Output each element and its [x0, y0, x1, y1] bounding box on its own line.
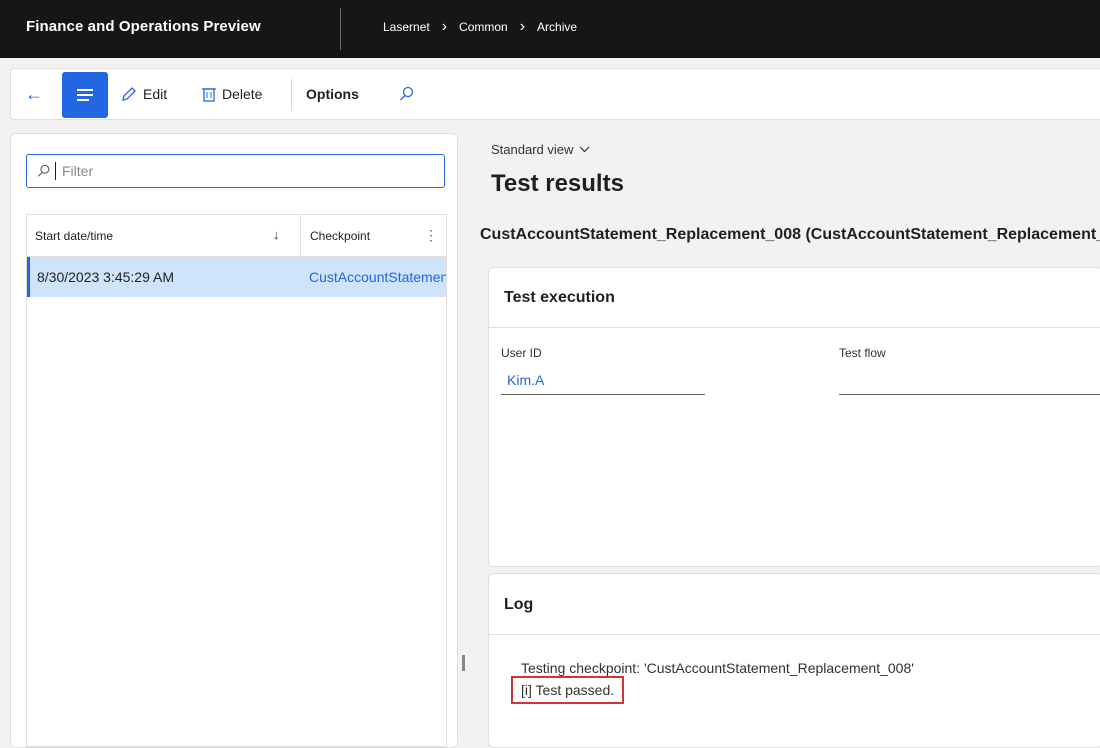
- cell-checkpoint-link[interactable]: CustAccountStatement_Replacement_008: [300, 269, 446, 285]
- view-selector[interactable]: Standard view: [491, 142, 590, 157]
- sort-descending-icon: ↓: [273, 227, 280, 242]
- test-flow-field: Test flow: [839, 346, 1100, 395]
- delete-button[interactable]: Delete: [202, 86, 262, 102]
- list-menu-button[interactable]: [62, 72, 108, 118]
- fasttab-header-test-execution[interactable]: Test execution: [489, 268, 1100, 328]
- more-options-icon[interactable]: ⋮: [424, 227, 438, 244]
- page-title: Test results: [491, 170, 624, 197]
- chevron-right-icon: ›: [441, 18, 448, 35]
- nav-divider: [340, 8, 341, 50]
- delete-label: Delete: [222, 86, 263, 102]
- breadcrumb-item-common[interactable]: Common: [459, 20, 508, 34]
- pencil-icon: [122, 87, 136, 101]
- hamburger-icon: [77, 89, 93, 101]
- filter-input[interactable]: [60, 162, 434, 180]
- test-execution-fasttab: Test execution User ID Kim.A Test flow: [488, 267, 1100, 567]
- edit-button[interactable]: Edit: [121, 86, 167, 102]
- breadcrumb-item-lasernet[interactable]: Lasernet: [383, 20, 430, 34]
- edit-label: Edit: [143, 86, 168, 102]
- cell-start-date: 8/30/2023 3:45:29 AM: [37, 269, 174, 285]
- user-id-field: User ID Kim.A: [501, 346, 705, 395]
- search-icon: [37, 164, 50, 177]
- options-tab[interactable]: Options: [306, 86, 359, 102]
- list-panel: Start date/time ↓ Checkpoint ⋮ 8/30/2023…: [10, 133, 458, 748]
- top-navigation-bar: Finance and Operations Preview Lasernet …: [0, 0, 1100, 58]
- breadcrumb-item-archive[interactable]: Archive: [537, 20, 577, 34]
- search-icon[interactable]: [399, 86, 415, 107]
- app-title[interactable]: Finance and Operations Preview: [26, 18, 261, 35]
- column-header-label: Checkpoint: [310, 228, 371, 243]
- view-name: Standard view: [491, 142, 574, 157]
- log-line-test-passed: [i] Test passed.: [511, 676, 625, 704]
- results-grid: Start date/time ↓ Checkpoint ⋮ 8/30/2023…: [26, 214, 447, 747]
- trash-icon: [202, 88, 216, 102]
- table-row[interactable]: 8/30/2023 3:45:29 AM CustAccountStatemen…: [27, 257, 446, 297]
- grid-header: Start date/time ↓ Checkpoint ⋮: [27, 215, 446, 257]
- fasttab-header-log[interactable]: Log: [489, 574, 1100, 635]
- search-icon-glyph: [400, 86, 414, 101]
- pane-splitter[interactable]: [462, 655, 465, 671]
- user-id-label: User ID: [501, 346, 542, 360]
- column-header-start-date[interactable]: Start date/time ↓: [27, 215, 300, 256]
- action-divider: [291, 79, 292, 111]
- action-pane: ← Edit Delete Options: [10, 68, 1100, 120]
- log-line: Testing checkpoint: 'CustAccountStatemen…: [521, 660, 914, 676]
- test-flow-label: Test flow: [839, 346, 886, 360]
- filter-field[interactable]: [26, 154, 445, 188]
- test-flow-value[interactable]: [839, 372, 1100, 395]
- column-header-checkpoint[interactable]: Checkpoint ⋮: [300, 215, 446, 256]
- chevron-down-icon: [579, 146, 590, 153]
- text-cursor: [55, 162, 56, 180]
- user-id-value[interactable]: Kim.A: [501, 372, 705, 395]
- back-arrow-icon[interactable]: ←: [25, 84, 43, 105]
- record-title: CustAccountStatement_Replacement_008 (Cu…: [480, 226, 1100, 243]
- chevron-right-icon: ›: [519, 18, 526, 35]
- column-header-label: Start date/time: [35, 228, 114, 243]
- log-fasttab: Log Testing checkpoint: 'CustAccountStat…: [488, 573, 1100, 748]
- breadcrumb: Lasernet › Common › Archive: [383, 18, 577, 35]
